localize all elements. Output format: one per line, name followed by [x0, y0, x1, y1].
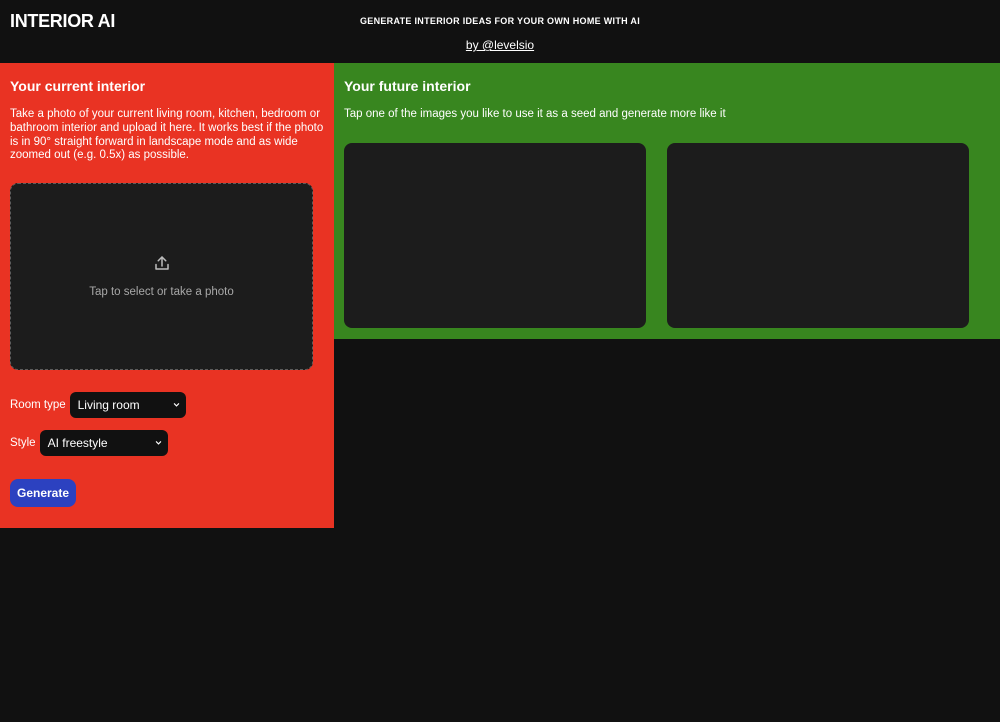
style-label: Style — [10, 437, 36, 449]
tagline: GENERATE INTERIOR IDEAS FOR YOUR OWN HOM… — [359, 16, 641, 26]
chevron-down-icon — [173, 403, 179, 407]
room-type-row: Room type Living room — [10, 392, 186, 418]
photo-upload-dropzone[interactable]: Tap to select or take a photo — [10, 183, 313, 370]
header: INTERIOR AI GENERATE INTERIOR IDEAS FOR … — [0, 0, 1000, 63]
byline: by @levelsio — [0, 38, 1000, 52]
room-type-value: Living room — [77, 398, 140, 412]
current-interior-description: Take a photo of your current living room… — [10, 108, 324, 162]
style-select[interactable]: AI freestyle — [39, 430, 168, 456]
generated-image-placeholder[interactable] — [667, 143, 969, 328]
room-type-label: Room type — [10, 399, 66, 411]
generated-image-placeholder[interactable] — [344, 143, 646, 328]
upload-prompt: Tap to select or take a photo — [89, 286, 234, 298]
author-link[interactable]: by @levelsio — [466, 38, 534, 52]
room-type-select[interactable]: Living room — [69, 392, 186, 418]
style-value: AI freestyle — [47, 436, 108, 450]
generate-button[interactable]: Generate — [10, 479, 76, 507]
future-interior-description: Tap one of the images you like to use it… — [344, 108, 726, 120]
upload-icon — [155, 256, 169, 270]
future-interior-title: Your future interior — [344, 78, 471, 94]
current-interior-title: Your current interior — [10, 78, 146, 94]
style-row: Style AI freestyle — [10, 430, 168, 456]
chevron-down-icon — [155, 441, 161, 445]
future-interior-panel: Your future interior Tap one of the imag… — [334, 63, 1000, 339]
current-interior-panel: Your current interior Take a photo of yo… — [0, 63, 334, 528]
app: INTERIOR AI GENERATE INTERIOR IDEAS FOR … — [0, 0, 1000, 722]
